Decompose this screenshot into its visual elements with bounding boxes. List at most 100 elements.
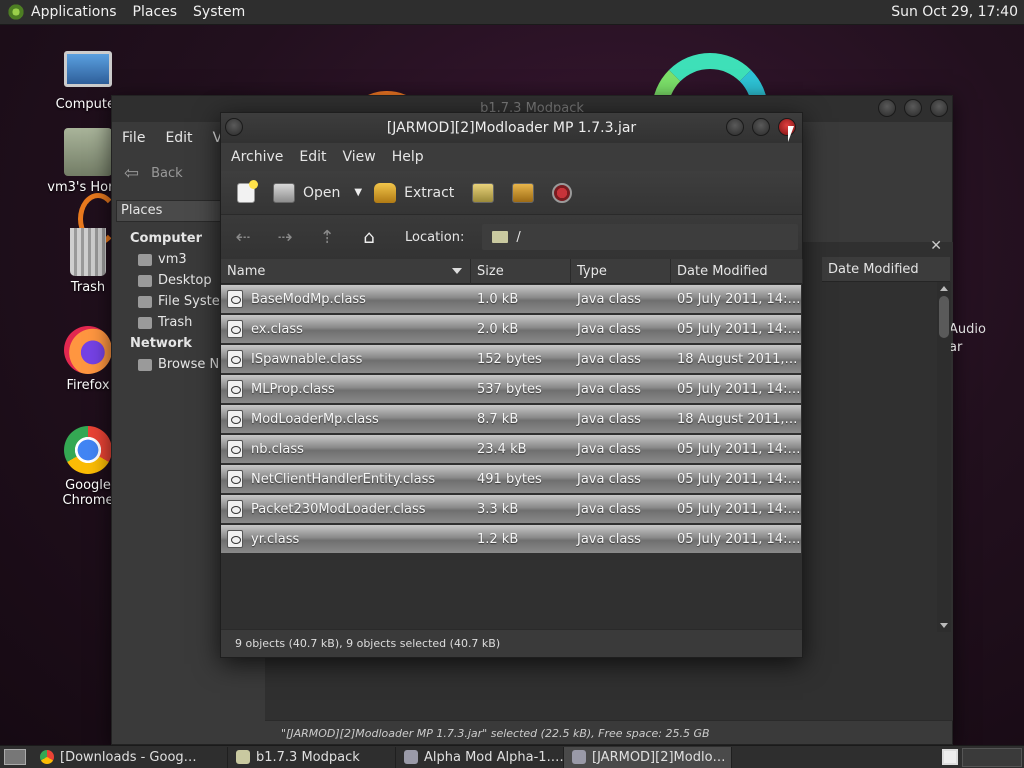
stop-icon [552,182,573,203]
file-size: 1.0 kB [477,291,519,307]
file-row[interactable]: nb.class 23.4 kB Java class 05 July 2011, 1… [221,435,801,463]
location-field[interactable]: / [482,224,799,250]
up-arrow-icon[interactable]: ⇡ [315,227,339,248]
back-arrow-icon[interactable]: ⇠ [231,227,255,248]
menu-system[interactable]: System [193,4,245,20]
firefox-icon [64,326,112,374]
distro-logo-icon[interactable] [7,3,25,21]
file-size: 152 bytes [477,351,542,367]
file-type: Java class [577,381,641,397]
task-label: Alpha Mod Alpha-1.… [424,749,564,765]
menu-applications[interactable]: Applications [31,4,117,20]
file-date: 18 August 2011, 0… [677,351,801,367]
file-name-cell: Packet230ModLoader.class [221,500,471,518]
add-folder-button[interactable] [506,182,540,203]
file-date: 05 July 2011, 14:32 [677,381,801,397]
desktop-icon [138,274,152,287]
places-dropdown[interactable]: Places [116,200,224,222]
vertical-scrollbar[interactable] [937,282,951,632]
file-list[interactable]: Name Size Type Date Modified BaseModMp.c… [221,259,803,629]
file-name-cell: MLProp.class [221,380,471,398]
computer-icon [64,51,112,87]
column-headers: Name Size Type Date Modified [221,259,803,284]
menu-file[interactable]: File [112,126,155,150]
open-button[interactable]: Open [267,182,346,203]
file-row[interactable]: yr.class 1.2 kB Java class 05 July 2011, 14… [221,525,801,553]
maximize-button[interactable] [904,99,922,117]
file-row[interactable]: Packet230ModLoader.class 3.3 kB Java class… [221,495,801,523]
file-date: 05 July 2011, 14:32 [677,531,801,547]
archive-icon [404,750,418,764]
scroll-down-icon[interactable] [940,623,948,628]
file-size: 3.3 kB [477,501,519,517]
file-date: 05 July 2011, 14:32 [677,471,801,487]
stop-button[interactable] [546,182,578,203]
file-rows: BaseModMp.class 1.0 kB Java class 05 July 2… [221,285,801,555]
archive-manager-window[interactable]: [JARMOD][2]Modloader MP 1.7.3.jar Archiv… [220,112,803,658]
file-date: 05 July 2011, 14:32 [677,321,801,337]
open-dropdown-icon[interactable]: ▼ [354,187,362,198]
java-class-file-icon [227,470,243,488]
workspace-switcher[interactable] [962,748,1022,767]
taskbar-task[interactable]: b1.7.3 Modpack [228,746,396,768]
scroll-up-icon[interactable] [940,286,948,291]
menu-edit[interactable]: Edit [155,126,202,150]
taskbar-task[interactable]: Alpha Mod Alpha-1.… [396,746,564,768]
file-row[interactable]: NetClientHandlerEntity.class 491 bytes Jav… [221,465,801,493]
column-header-type[interactable]: Type [571,259,671,284]
minimize-button[interactable] [726,118,744,136]
file-name-cell: ISpawnable.class [221,350,471,368]
new-archive-button[interactable] [231,179,261,203]
column-header-date-modified[interactable]: Date Modified [671,259,803,284]
extract-button[interactable]: Extract [368,182,460,203]
toolbar: Open ▼ Extract [221,171,802,215]
file-row[interactable]: ModLoaderMp.class 8.7 kB Java class 18 Augu… [221,405,801,433]
file-row[interactable]: MLProp.class 537 bytes Java class 05 July 2… [221,375,801,403]
column-header-name[interactable]: Name [221,259,471,284]
column-header-size[interactable]: Size [471,259,571,284]
back-arrow-icon: ⇦ [124,162,140,184]
taskbar-task[interactable]: [JARMOD][2]Modlo… [564,746,732,768]
column-header-date-modified-bg[interactable]: Date Modified [822,257,950,282]
extract-icon [374,182,397,203]
location-bar: ⇠ ⇢ ⇡ ⌂ Location: / [221,215,802,259]
close-button[interactable] [930,99,948,117]
minimize-button[interactable] [878,99,896,117]
menubar: Archive Edit View Help [221,143,802,171]
menu-edit[interactable]: Edit [291,149,334,165]
scroll-thumb[interactable] [939,296,949,338]
add-files-button[interactable] [466,182,500,203]
taskbar-task[interactable]: [Downloads - Goog… [32,746,228,768]
task-label: b1.7.3 Modpack [256,749,360,765]
file-date: 05 July 2011, 14:32 [677,441,801,457]
file-name: ISpawnable.class [251,351,363,367]
file-row[interactable]: ex.class 2.0 kB Java class 05 July 2011, 14… [221,315,801,343]
menu-archive[interactable]: Archive [223,149,291,165]
file-row[interactable]: ISpawnable.class 152 bytes Java class 18 Au… [221,345,801,373]
file-name-cell: NetClientHandlerEntity.class [221,470,471,488]
java-class-file-icon [227,290,243,308]
menu-help[interactable]: Help [384,149,432,165]
chrome-icon [64,426,112,474]
menu-view[interactable]: View [335,149,384,165]
chrome-icon [40,750,54,764]
home-icon[interactable]: ⌂ [357,227,381,248]
file-type: Java class [577,291,641,307]
window-titlebar[interactable]: [JARMOD][2]Modloader MP 1.7.3.jar [221,113,802,143]
file-name: BaseModMp.class [251,291,366,307]
file-size: 1.2 kB [477,531,519,547]
workspace-icon[interactable] [942,749,958,765]
maximize-button[interactable] [752,118,770,136]
forward-arrow-icon[interactable]: ⇢ [273,227,297,248]
menu-places[interactable]: Places [133,4,178,20]
window-menu-button[interactable] [225,118,243,136]
file-type: Java class [577,351,641,367]
file-type: Java class [577,321,641,337]
close-tab-icon[interactable]: ✕ [930,238,942,254]
show-desktop-icon[interactable] [4,749,26,765]
clock[interactable]: Sun Oct 29, 17:40 [891,4,1018,20]
mouse-cursor [788,126,794,142]
task-label: [JARMOD][2]Modlo… [592,749,726,765]
open-label: Open [303,184,341,201]
file-row[interactable]: BaseModMp.class 1.0 kB Java class 05 July 2… [221,285,801,313]
